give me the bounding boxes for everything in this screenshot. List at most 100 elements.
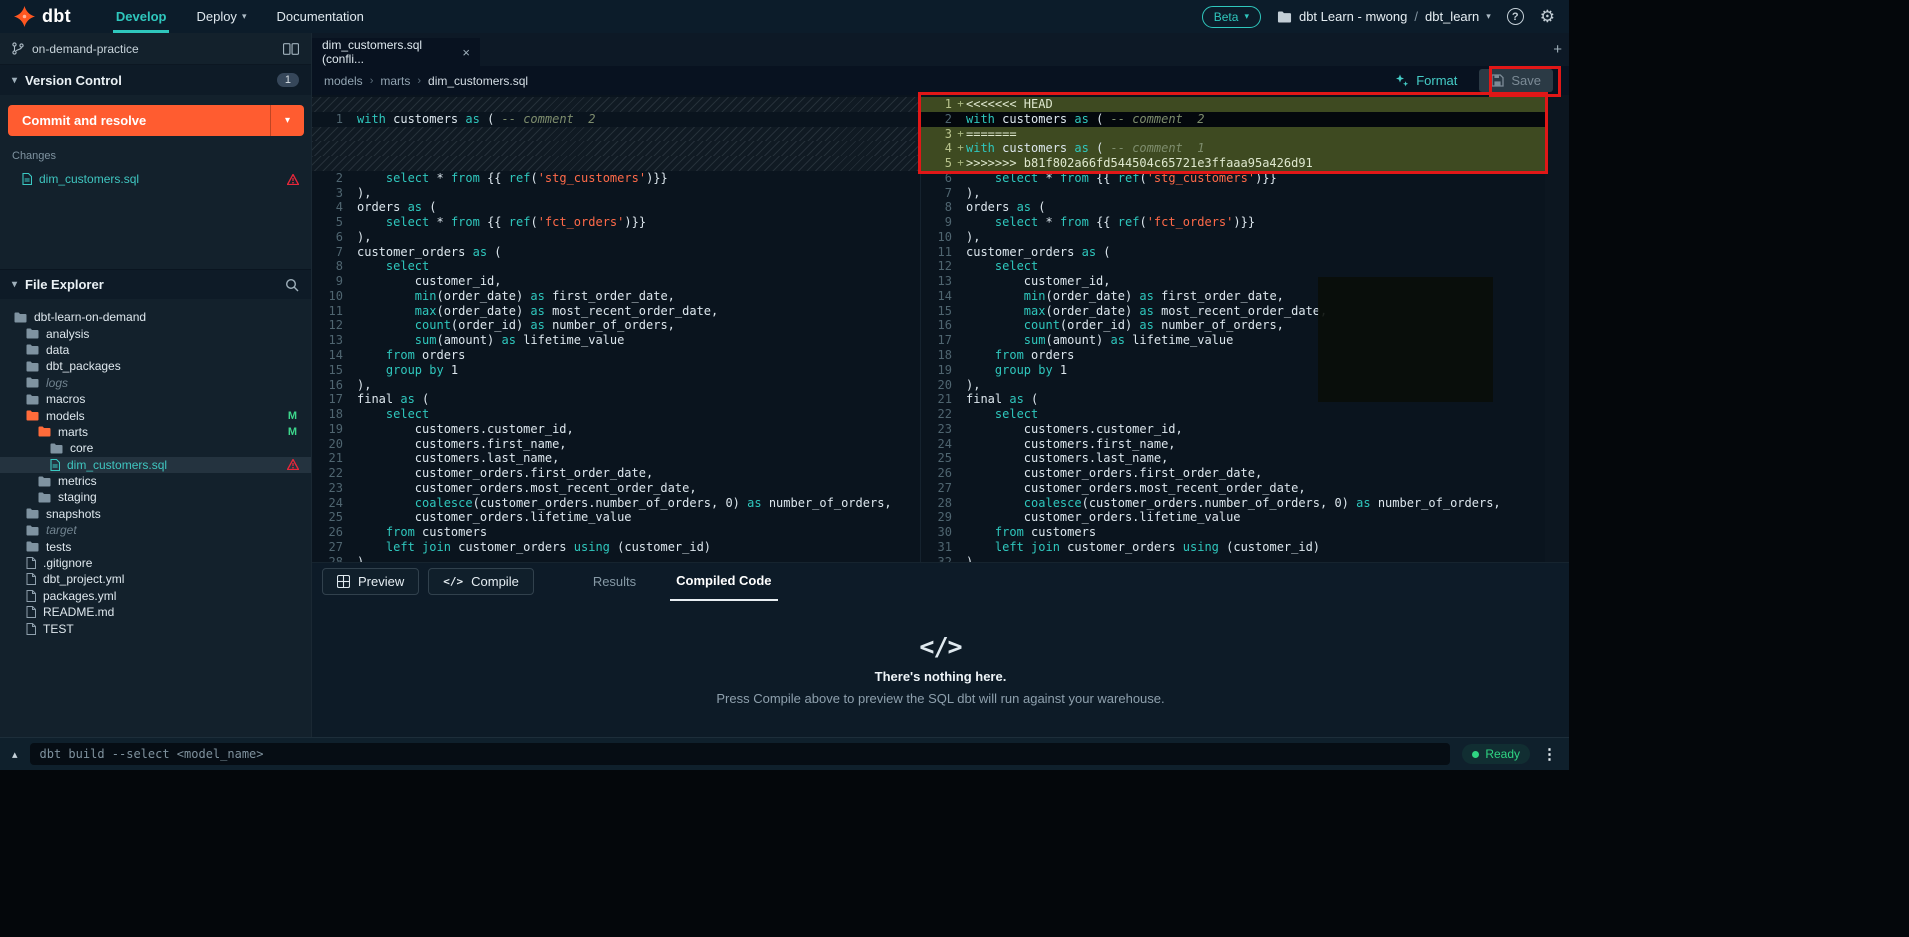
tree-item-data[interactable]: data: [0, 342, 311, 358]
breadcrumb-item[interactable]: dim_customers.sql: [428, 74, 528, 88]
diff-marker: [346, 304, 357, 319]
line-number: 12: [312, 318, 346, 333]
search-icon[interactable]: [285, 278, 299, 292]
tree-item-dbt-learn-on-demand[interactable]: dbt-learn-on-demand: [0, 309, 311, 325]
code-line: 1with customers as ( -- comment 2: [312, 112, 920, 127]
nav-items: DevelopDeploy▾Documentation: [101, 0, 379, 33]
dbt-logo[interactable]: dbt: [14, 6, 71, 27]
line-number: 6: [312, 230, 346, 245]
preview-button[interactable]: Preview: [322, 568, 419, 595]
tree-item-tests[interactable]: tests: [0, 538, 311, 554]
tree-item-dbt-packages[interactable]: dbt_packages: [0, 358, 311, 374]
commit-and-resolve-button[interactable]: Commit and resolve ▾: [8, 105, 304, 136]
compile-label: Compile: [471, 574, 519, 589]
tree-item-dim-customers-sql[interactable]: dim_customers.sql: [0, 457, 311, 473]
account-selector[interactable]: dbt Learn - mwong / dbt_learn ▾: [1277, 9, 1491, 24]
beta-badge[interactable]: Beta ▾: [1202, 6, 1261, 28]
nav-item-documentation[interactable]: Documentation: [261, 0, 378, 33]
code-text: ),: [357, 378, 371, 393]
tree-item-label: dbt_packages: [46, 359, 121, 373]
save-label: Save: [1511, 73, 1541, 88]
save-button[interactable]: Save: [1479, 69, 1553, 92]
kebab-menu-icon[interactable]: ⋮: [1542, 745, 1557, 763]
tree-item-staging[interactable]: staging: [0, 489, 311, 505]
line-number: 17: [312, 392, 346, 407]
tree-item-marts[interactable]: martsM: [0, 424, 311, 440]
code-text: customers.customer_id,: [966, 422, 1183, 437]
tree-item-readme-md[interactable]: README.md: [0, 604, 311, 620]
diff-marker: [955, 363, 966, 378]
file-explorer-header[interactable]: ▾ File Explorer: [0, 269, 311, 299]
diff-marker: [955, 200, 966, 215]
gear-icon[interactable]: ⚙: [1540, 8, 1555, 25]
help-icon[interactable]: ?: [1507, 8, 1524, 25]
docs-reader-icon[interactable]: [283, 43, 299, 55]
tree-item--gitignore[interactable]: .gitignore: [0, 555, 311, 571]
tree-item-metrics[interactable]: metrics: [0, 473, 311, 489]
code-line: 2 select * from {{ ref('stg_customers')}…: [312, 171, 920, 186]
tree-item-macros[interactable]: macros: [0, 391, 311, 407]
diff-marker: [346, 127, 357, 142]
file-icon: [26, 557, 36, 569]
tree-item-label: analysis: [46, 327, 89, 341]
editor-tab[interactable]: dim_customers.sql (confli... ×: [312, 38, 480, 66]
breadcrumb-item[interactable]: models: [324, 74, 363, 88]
branch-selector[interactable]: on-demand-practice: [0, 33, 311, 65]
code-text: sum(amount) as lifetime_value: [357, 333, 624, 348]
code-text: customer_orders as (: [966, 245, 1111, 260]
panel-tab-results[interactable]: Results: [587, 563, 642, 601]
code-line: 6 select * from {{ ref('stg_customers')}…: [921, 171, 1545, 186]
line-number: 1: [921, 97, 955, 112]
code-text: group by 1: [966, 363, 1067, 378]
nav-item-deploy[interactable]: Deploy▾: [181, 0, 261, 33]
code-line: 9 customer_id,: [312, 274, 920, 289]
new-tab-button[interactable]: +: [1553, 41, 1562, 58]
cli-command-input[interactable]: dbt build --select <model_name>: [30, 743, 1451, 765]
code-line: 14 from orders: [312, 348, 920, 363]
diff-marker: [346, 156, 357, 171]
folder-icon: [26, 541, 39, 552]
empty-state: </> There's nothing here. Press Compile …: [716, 632, 1164, 706]
line-number: 20: [312, 437, 346, 452]
diff-marker: [955, 112, 966, 127]
code-line: 16),: [312, 378, 920, 393]
expand-panel-icon[interactable]: ▴: [12, 748, 18, 761]
changed-file-item[interactable]: dim_customers.sql: [0, 169, 311, 189]
editor-pane-current[interactable]: 1with customers as ( -- comment 2 2 selec…: [312, 95, 920, 562]
tree-item-target[interactable]: target: [0, 522, 311, 538]
close-icon[interactable]: ×: [462, 45, 470, 60]
line-number: 10: [921, 230, 955, 245]
code-line: 12 select: [921, 259, 1545, 274]
diff-filler-row: [312, 156, 920, 171]
tree-item-dbt-project-yml[interactable]: dbt_project.yml: [0, 571, 311, 587]
tree-item-logs[interactable]: logs: [0, 375, 311, 391]
save-disk-icon: [1491, 74, 1504, 87]
commit-dropdown-chevron[interactable]: ▾: [270, 105, 304, 136]
top-nav: dbt DevelopDeploy▾Documentation Beta ▾ d…: [0, 0, 1569, 33]
format-button[interactable]: Format: [1395, 73, 1457, 88]
code-line: 12 count(order_id) as number_of_orders,: [312, 318, 920, 333]
tree-item-models[interactable]: modelsM: [0, 407, 311, 423]
code-line: 10 min(order_date) as first_order_date,: [312, 289, 920, 304]
preview-label: Preview: [358, 574, 404, 589]
diff-marker: [346, 451, 357, 466]
chevron-down-icon: ▾: [12, 279, 17, 290]
editor-scrollbar[interactable]: [1545, 95, 1569, 562]
folder-icon: [26, 394, 39, 405]
code-line: 27 customer_orders.most_recent_order_dat…: [921, 481, 1545, 496]
tree-item-core[interactable]: core: [0, 440, 311, 456]
file-icon: [26, 573, 36, 585]
diff-marker: [346, 407, 357, 422]
tree-item-packages-yml[interactable]: packages.yml: [0, 588, 311, 604]
line-number: 23: [921, 422, 955, 437]
nav-item-develop[interactable]: Develop: [101, 0, 182, 33]
tree-item-test[interactable]: TEST: [0, 620, 311, 636]
compile-button[interactable]: </> Compile: [428, 568, 534, 595]
breadcrumb-item[interactable]: marts: [380, 74, 410, 88]
panel-tab-compiled-code[interactable]: Compiled Code: [670, 563, 777, 601]
code-icon: </>: [443, 575, 463, 588]
tree-item-snapshots[interactable]: snapshots: [0, 506, 311, 522]
code-text: final as (: [357, 392, 429, 407]
tree-item-analysis[interactable]: analysis: [0, 325, 311, 341]
version-control-header[interactable]: ▾ Version Control 1: [0, 65, 311, 95]
